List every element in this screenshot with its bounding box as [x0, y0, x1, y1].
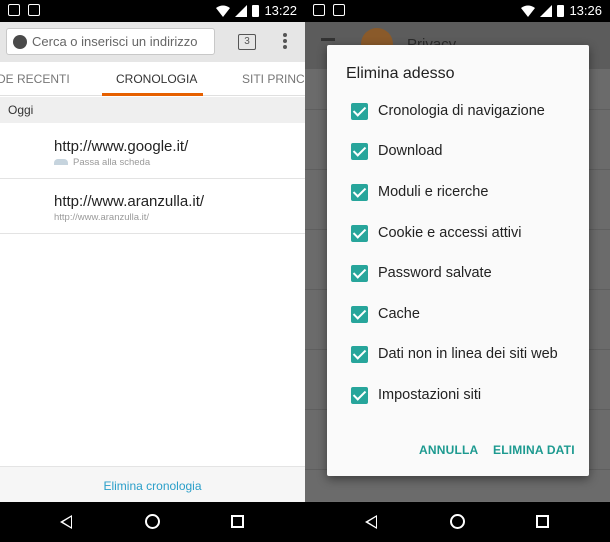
url-input[interactable]: Cerca o inserisci un indirizzo: [6, 28, 215, 55]
panel-tabs: DE RECENTI CRONOLOGIA SITI PRINCI: [0, 62, 305, 96]
back-icon[interactable]: [60, 515, 72, 529]
status-time: 13:22: [264, 3, 297, 18]
tab-history[interactable]: CRONOLOGIA: [116, 72, 197, 86]
status-bar: 13:26: [305, 0, 610, 22]
nav-bar: [0, 502, 305, 542]
clear-data-dialog: Elimina adesso Cronologia di navigazione…: [327, 45, 589, 476]
recents-icon[interactable]: [231, 515, 244, 528]
checkbox[interactable]: [351, 103, 368, 120]
image-icon: [313, 4, 325, 16]
history-item[interactable]: http://www.aranzulla.it/ http://www.aran…: [0, 179, 305, 234]
tab-icon: [54, 159, 68, 165]
dialog-title: Elimina adesso: [346, 65, 455, 82]
wifi-icon: [216, 5, 231, 17]
history-item-title: http://www.google.it/: [54, 138, 189, 155]
checkbox[interactable]: [351, 306, 368, 323]
tab-top-sites[interactable]: SITI PRINCI: [242, 72, 305, 86]
tab-recent[interactable]: DE RECENTI: [0, 72, 70, 86]
history-item-subtitle: http://www.aranzulla.it/: [54, 212, 150, 223]
url-bar: Cerca o inserisci un indirizzo 3: [0, 22, 305, 62]
url-placeholder: Cerca o inserisci un indirizzo: [32, 34, 198, 49]
battery-icon: [557, 4, 565, 17]
menu-icon[interactable]: [279, 32, 291, 52]
left-screen: 13:22 Cerca o inserisci un indirizzo 3 D…: [0, 0, 305, 542]
signal-icon: [540, 4, 553, 17]
signal-icon: [235, 4, 248, 17]
checkbox[interactable]: [351, 143, 368, 160]
checkbox[interactable]: [351, 346, 368, 363]
home-icon[interactable]: [145, 514, 160, 529]
back-icon[interactable]: [365, 515, 377, 529]
active-tab-indicator: [102, 93, 203, 96]
nav-bar: [305, 502, 610, 542]
battery-icon: [252, 4, 260, 17]
checkbox[interactable]: [351, 184, 368, 201]
checkbox[interactable]: [351, 387, 368, 404]
status-bar: 13:22: [0, 0, 305, 22]
checkbox[interactable]: [351, 265, 368, 282]
image-icon: [28, 4, 40, 16]
cube-icon: [8, 4, 20, 16]
back-arrow-icon[interactable]: [321, 38, 335, 41]
history-item-title: http://www.aranzulla.it/: [54, 193, 205, 210]
checkbox[interactable]: [351, 225, 368, 242]
recents-icon[interactable]: [536, 515, 549, 528]
globe-icon: [13, 35, 27, 49]
cube-icon: [333, 4, 345, 16]
clear-history-button[interactable]: Elimina cronologia: [0, 466, 305, 502]
cancel-button[interactable]: ANNULLA: [419, 443, 478, 457]
section-header: Oggi: [0, 97, 305, 123]
status-time: 13:26: [569, 3, 602, 18]
home-icon[interactable]: [450, 514, 465, 529]
history-item-subtitle: Passa alla scheda: [54, 157, 150, 168]
tabs-counter-button[interactable]: 3: [238, 34, 256, 50]
right-screen: 13:26 Privacy Elimina adesso Cronologia …: [305, 0, 610, 542]
clear-data-button[interactable]: ELIMINA DATI: [493, 443, 575, 457]
wifi-icon: [521, 5, 536, 17]
history-item[interactable]: http://www.google.it/ Passa alla scheda: [0, 124, 305, 179]
